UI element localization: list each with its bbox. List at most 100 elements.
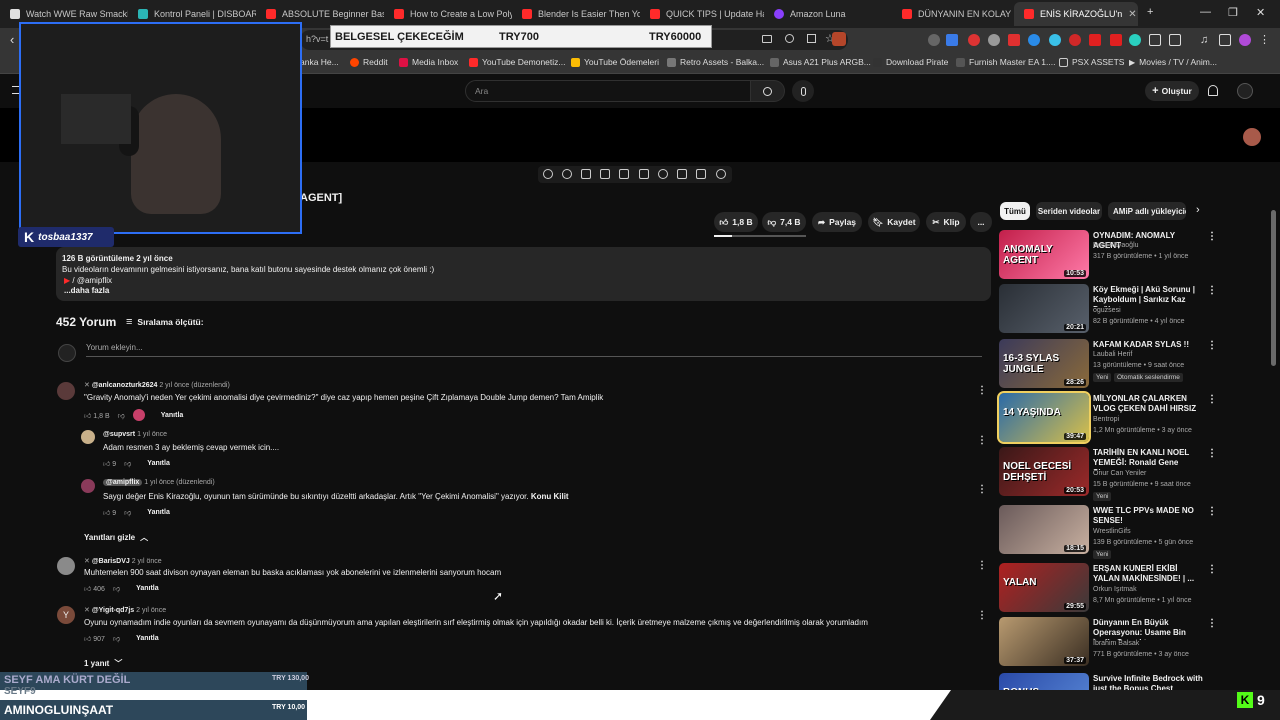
more-actions-button[interactable]: ...	[970, 212, 992, 232]
speed-icon[interactable]	[658, 169, 668, 179]
video-title[interactable]: TARİHİN EN KANLI NOEL YEMEĞİ: Ronald Gen…	[1093, 448, 1203, 470]
channel-name[interactable]: Bentropi	[1093, 416, 1119, 423]
show-replies-button[interactable]: 1 yanıt ﹀	[84, 658, 122, 669]
video-menu-icon[interactable]: ⋮	[1207, 285, 1217, 296]
extension-icon[interactable]	[988, 34, 1000, 46]
account-avatar[interactable]	[1237, 83, 1253, 99]
cinema-icon[interactable]	[600, 169, 610, 179]
channel-name[interactable]: Laubali Herif	[1093, 351, 1132, 358]
reply-like-button[interactable]: 👍︎ 9	[103, 508, 116, 517]
reply-menu-icon[interactable]: ⋮	[977, 484, 987, 495]
cast-icon[interactable]	[762, 35, 772, 43]
dislike-button[interactable]: 👎︎ 7,4 B	[762, 212, 806, 232]
channel-name[interactable]: Orkun Işıtmak	[1093, 586, 1137, 593]
comment-like-button[interactable]: 👍︎ 1,8 B	[84, 411, 110, 420]
video-menu-icon[interactable]: ⋮	[1207, 448, 1217, 459]
channel-name[interactable]: oguzsesi	[1093, 307, 1121, 314]
comment-like-button[interactable]: 👍︎ 907	[84, 634, 105, 643]
loop-icon[interactable]	[543, 169, 553, 179]
minimize-icon[interactable]: —	[1200, 6, 1211, 18]
add-comment-input[interactable]: Yorum ekleyin...	[86, 343, 982, 357]
extension-icon[interactable]	[1129, 34, 1141, 46]
back-icon[interactable]: ‹	[10, 32, 14, 47]
video-title[interactable]: MİLYONLAR ÇALARKEN VLOG ÇEKEN DAHİ HIRSI…	[1093, 394, 1203, 414]
comment-dislike-button[interactable]: 👎︎	[113, 634, 120, 643]
browser-tab[interactable]: Blender Is Easier Then You	[512, 2, 640, 26]
hide-replies-button[interactable]: Yanıtları gizle ︿	[84, 532, 148, 543]
video-menu-icon[interactable]: ⋮	[1207, 618, 1217, 629]
channel-name[interactable]: WrestlinGifs	[1093, 528, 1131, 535]
comment-dislike-button[interactable]: 👎︎	[118, 411, 125, 420]
voice-search-button[interactable]	[792, 80, 814, 102]
extension-icon[interactable]	[968, 34, 980, 46]
video-thumbnail[interactable]: ANOMALY AGENT 10:53	[999, 230, 1089, 279]
comment-dislike-button[interactable]: 👎︎	[113, 584, 120, 593]
bookmark-folder[interactable]: PSX ASSETS	[1059, 57, 1124, 67]
reply-like-button[interactable]: 👍︎ 9	[103, 459, 116, 468]
share-page-icon[interactable]	[807, 34, 816, 43]
brave-shield-icon[interactable]	[832, 32, 846, 46]
zoom-icon[interactable]	[785, 34, 794, 43]
video-thumbnail[interactable]: 20:21	[999, 284, 1089, 333]
video-menu-icon[interactable]: ⋮	[1207, 340, 1217, 351]
extension-icon[interactable]	[928, 34, 940, 46]
bookmark-item[interactable]: Download Pirate	[873, 57, 948, 67]
reply-button[interactable]: Yanıtla	[147, 460, 170, 467]
search-button[interactable]	[751, 80, 785, 102]
pip-icon[interactable]	[619, 169, 629, 179]
video-title[interactable]: Köy Ekmeği | Akü Sorunu | Kayboldum | Sa…	[1093, 285, 1203, 307]
menu-dots-icon[interactable]: ⋮	[1259, 34, 1271, 46]
notifications-bell-icon[interactable]	[1208, 85, 1218, 96]
video-menu-icon[interactable]: ⋮	[1207, 394, 1217, 405]
video-thumbnail[interactable]: YALAN 29:55	[999, 563, 1089, 612]
reading-list-icon[interactable]	[1219, 34, 1231, 46]
maximize-icon[interactable]: ❐	[1228, 6, 1238, 19]
reply-button[interactable]: Yanıtla	[147, 509, 170, 516]
video-thumbnail[interactable]: 14 YAŞINDA 39:47	[997, 391, 1091, 444]
video-thumbnail[interactable]: 18:15	[999, 505, 1089, 554]
search-input[interactable]: Ara	[465, 80, 751, 102]
extension-icon[interactable]	[946, 34, 958, 46]
sidebar-toggle-icon[interactable]	[1169, 34, 1181, 46]
comment-like-button[interactable]: 👍︎ 406	[84, 584, 105, 593]
browser-tab[interactable]: How to Create a Low Poly	[384, 2, 512, 26]
video-menu-icon[interactable]: ⋮	[1207, 506, 1217, 517]
reply-button[interactable]: Yanıtla	[136, 585, 159, 592]
channel-name[interactable]: İbrahim Balsak	[1093, 640, 1139, 647]
bookmark-folder[interactable]: ▶ Movies / TV / Anim...	[1129, 57, 1217, 67]
close-tab-icon[interactable]: ✕	[1128, 9, 1136, 20]
screenshot-icon[interactable]	[696, 169, 706, 179]
description-channel-link[interactable]: ▶ / @amipflix	[64, 276, 112, 285]
extension-icon[interactable]	[1089, 34, 1101, 46]
new-tab-icon[interactable]: +	[1147, 6, 1153, 18]
save-button[interactable]: 🔖︎ Kaydet	[868, 212, 920, 232]
reply-dislike-button[interactable]: 👎︎	[124, 459, 131, 468]
extension-icon[interactable]	[1008, 34, 1020, 46]
music-icon[interactable]: ♫	[1200, 34, 1212, 46]
reply-menu-icon[interactable]: ⋮	[977, 435, 987, 446]
browser-tab[interactable]: DÜNYANIN EN KOLAY BA	[892, 2, 1014, 26]
extension-icon[interactable]	[1049, 34, 1061, 46]
bookmark-item[interactable]: Retro Assets - Balka...	[667, 57, 764, 67]
channel-name[interactable]: Onur Can Yeniler	[1093, 470, 1146, 477]
browser-tab[interactable]: Amazon Luna	[764, 2, 892, 26]
bookmark-item[interactable]: Media Inbox	[399, 57, 458, 67]
video-thumbnail[interactable]: 16-3 SYLAS JUNGLE 28:26	[999, 339, 1089, 388]
description-box[interactable]: 126 B görüntüleme 2 yıl önce Bu videolar…	[56, 247, 991, 301]
chip-series[interactable]: Seriden videolar	[1036, 202, 1102, 220]
clip-button[interactable]: ✂ Klip	[926, 212, 966, 232]
sort-comments-button[interactable]: ≡ Sıralama ölçütü:	[126, 316, 204, 328]
extension-icon[interactable]	[1069, 34, 1081, 46]
bookmark-item[interactable]: Furnish Master EA 1....	[956, 57, 1055, 67]
video-menu-icon[interactable]: ⋮	[1207, 231, 1217, 242]
reply-dislike-button[interactable]: 👎︎	[124, 508, 131, 517]
extensions-puzzle-icon[interactable]	[1149, 34, 1161, 46]
audio-icon[interactable]	[562, 169, 572, 179]
video-thumbnail[interactable]: NOEL GECESİ DEHŞETİ 20:53	[999, 447, 1089, 496]
page-scrollbar[interactable]	[1271, 210, 1276, 366]
video-title[interactable]: KAFAM KADAR SYLAS !!	[1093, 340, 1203, 350]
comment-menu-icon[interactable]: ⋮	[977, 610, 987, 621]
close-window-icon[interactable]: ✕	[1256, 6, 1265, 19]
chip-all[interactable]: Tümü	[1000, 202, 1030, 220]
extension-icon[interactable]	[1110, 34, 1122, 46]
